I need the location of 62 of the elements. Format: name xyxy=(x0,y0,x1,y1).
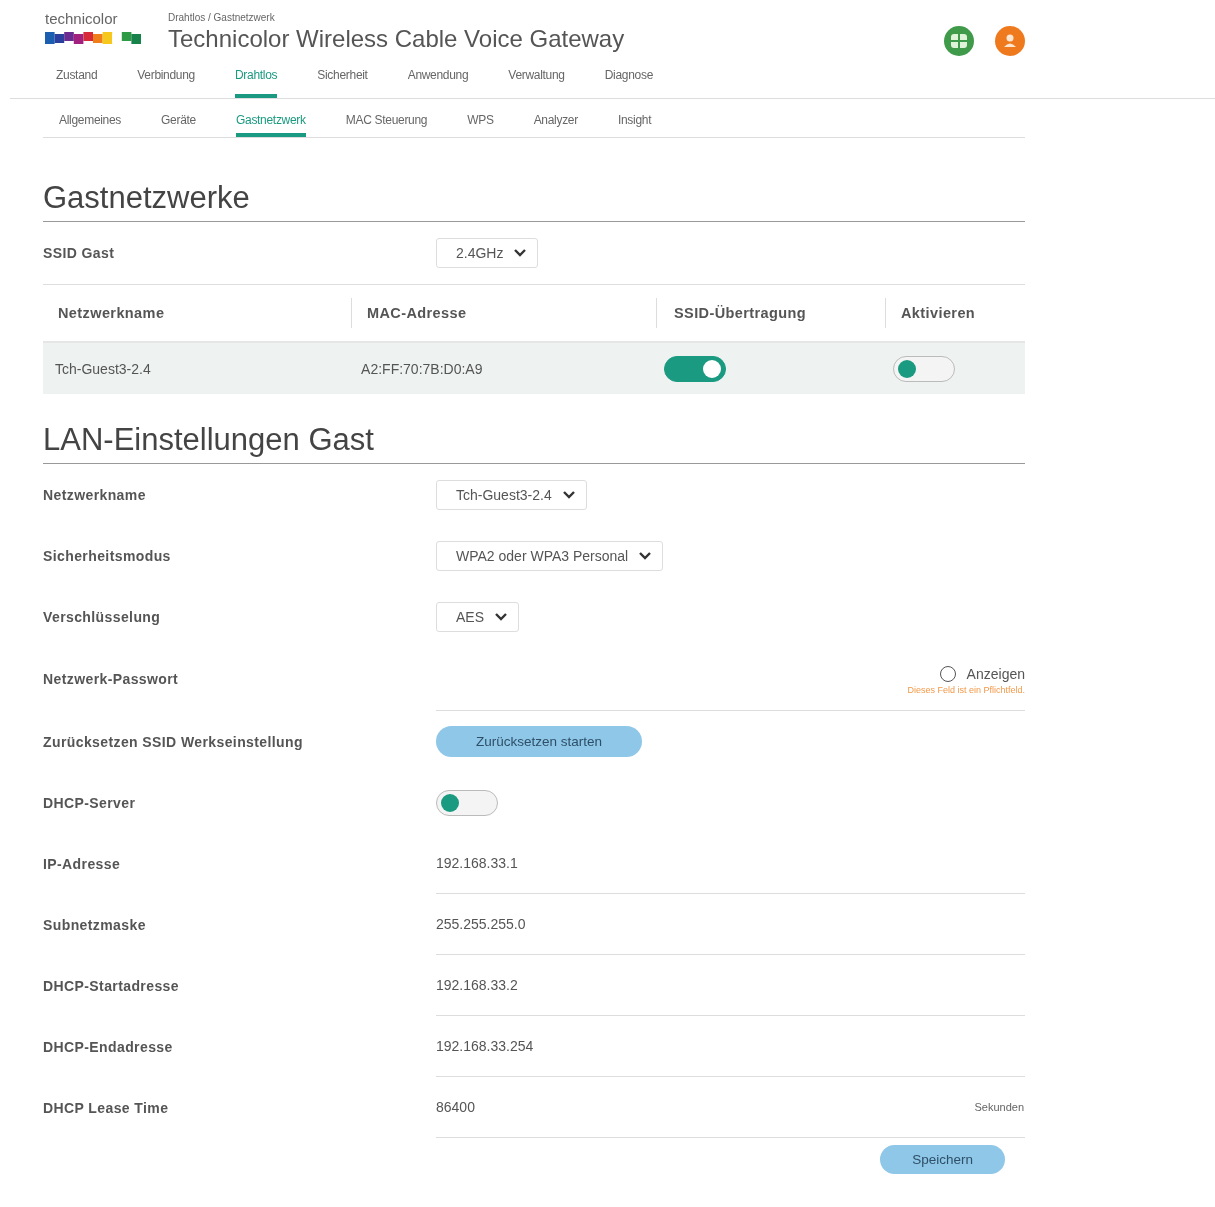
chevron-down-icon xyxy=(638,550,653,561)
page-title: Technicolor Wireless Cable Voice Gateway xyxy=(168,25,626,53)
nav-tab[interactable]: Allgemeines xyxy=(59,99,122,137)
password-field[interactable]: Anzeigen Dieses Feld ist ein Pflichtfeld. xyxy=(436,647,1025,711)
column-header: SSID-Übertragung xyxy=(656,298,885,328)
nav-tab[interactable]: Zustand xyxy=(56,62,98,98)
field-value: 255.255.255.0 xyxy=(436,916,526,932)
table-cell-text: A2:FF:70:7B:D0:A9 xyxy=(360,360,484,377)
section-heading: LAN-Einstellungen Gast xyxy=(43,422,1025,464)
toggle-switch[interactable] xyxy=(436,789,498,816)
table-cell-text: Tch-Guest3-2.4 xyxy=(54,360,152,377)
dropdown[interactable]: Tch-Guest3-2.4 xyxy=(436,479,587,510)
nav-tab[interactable]: Gastnetzwerk xyxy=(235,99,306,137)
field-label: Zurücksetzen SSID Werkseinstellung xyxy=(43,733,304,750)
column-header: Aktivieren xyxy=(885,298,1025,328)
field-label: DHCP-Endadresse xyxy=(43,1038,174,1055)
nav-tab[interactable]: Drahtlos xyxy=(235,62,278,98)
nav-tab[interactable]: Geräte xyxy=(161,99,196,137)
nav-tab[interactable]: Verbindung xyxy=(137,62,195,98)
nav-tab[interactable]: MAC Steuerung xyxy=(345,99,428,137)
field-value: 192.168.33.1 xyxy=(436,855,518,871)
field-label: IP-Adresse xyxy=(43,855,122,872)
unit-label: Sekunden xyxy=(974,1101,1024,1113)
save-button[interactable]: Speichern xyxy=(880,1145,1005,1174)
dropdown[interactable]: AES xyxy=(436,601,519,632)
field-label: DHCP-Server xyxy=(43,794,137,811)
chevron-down-icon xyxy=(513,248,528,258)
field-label: Netzwerk-Passwort xyxy=(43,671,180,687)
nav-tab[interactable]: Sicherheit xyxy=(317,62,368,98)
toggle-switch[interactable] xyxy=(664,355,727,382)
nav-tab[interactable]: Anwendung xyxy=(407,62,469,98)
breadcrumb: Drahtlos / Gastnetzwerk xyxy=(168,12,276,23)
nav-tab[interactable]: Analyzer xyxy=(533,99,578,137)
field-label: DHCP-Startadresse xyxy=(43,977,180,994)
user-icon[interactable] xyxy=(995,26,1025,56)
logo-stripes-icon xyxy=(45,32,141,44)
logo-text: technicolor xyxy=(45,10,119,27)
section-heading: Gastnetzwerke xyxy=(43,180,1025,222)
dropdown[interactable]: WPA2 oder WPA3 Personal xyxy=(436,540,664,571)
column-header: Netzwerkname xyxy=(57,304,166,323)
field-label: DHCP Lease Time xyxy=(43,1099,170,1116)
toggle-switch[interactable] xyxy=(892,355,955,382)
nav-tab[interactable]: Insight xyxy=(617,99,652,137)
chevron-down-icon xyxy=(561,489,576,500)
nav-tab[interactable]: WPS xyxy=(467,99,494,137)
field-label: SSID Gast xyxy=(43,245,116,261)
field-label: Sicherheitsmodus xyxy=(43,547,172,564)
grid-icon[interactable] xyxy=(944,26,974,56)
error-message: Dieses Feld ist ein Pflichtfeld. xyxy=(907,685,1025,695)
field-label: Subnetzmaske xyxy=(43,916,147,933)
field-value: 86400 xyxy=(436,1099,475,1115)
nav-tab[interactable]: Diagnose xyxy=(604,62,654,98)
field-label: Netzwerkname xyxy=(43,486,147,503)
field-value: 192.168.33.2 xyxy=(436,977,518,993)
field-label: Verschlüsselung xyxy=(43,608,162,625)
nav-tab[interactable]: Verwaltung xyxy=(508,62,565,98)
chevron-down-icon xyxy=(494,611,508,622)
column-header: MAC-Adresse xyxy=(351,298,656,328)
show-label: Anzeigen xyxy=(966,666,1025,682)
field-value: 192.168.33.254 xyxy=(436,1038,534,1054)
band-select[interactable]: 2.4GHz xyxy=(436,238,539,268)
reset-button[interactable]: Zurücksetzen starten xyxy=(436,726,642,757)
